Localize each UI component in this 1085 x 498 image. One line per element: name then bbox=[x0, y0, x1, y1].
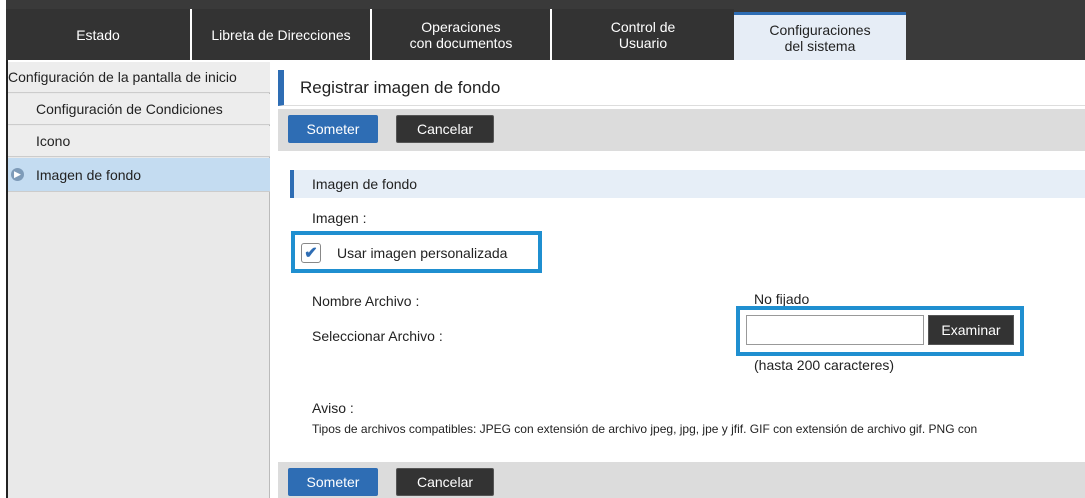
page-title-bar: Registrar imagen de fondo bbox=[278, 70, 1085, 106]
notice-label: Aviso : bbox=[312, 400, 354, 416]
tab-label: Libreta de Direcciones bbox=[211, 26, 351, 43]
submit-button[interactable]: Someter bbox=[288, 115, 378, 143]
image-label: Imagen : bbox=[312, 210, 367, 226]
section-header: Imagen de fondo bbox=[290, 170, 1085, 198]
custom-image-checkbox[interactable]: ✔ bbox=[301, 243, 321, 263]
browse-button[interactable]: Examinar bbox=[928, 315, 1014, 345]
top-tab-bar: Estado Libreta de Direcciones Operacione… bbox=[6, 0, 1085, 60]
sidebar: Configuración de la pantalla de inicio C… bbox=[8, 62, 270, 498]
sidebar-item-label: Configuración de Condiciones bbox=[36, 101, 223, 117]
sidebar-item-icono[interactable]: Icono bbox=[8, 126, 270, 157]
top-action-bar: Someter Cancelar bbox=[278, 109, 1085, 151]
sidebar-item-label: Icono bbox=[36, 133, 71, 149]
tab-label: Configuraciones del sistema bbox=[769, 21, 871, 54]
tab-control-de-usuario[interactable]: Control de Usuario bbox=[550, 9, 734, 60]
tab-libreta-de-direcciones[interactable]: Libreta de Direcciones bbox=[190, 9, 370, 60]
tab-label: Operaciones con documentos bbox=[409, 18, 513, 51]
cancel-button[interactable]: Cancelar bbox=[396, 115, 494, 143]
file-path-input[interactable] bbox=[746, 315, 924, 345]
tab-label: Estado bbox=[76, 26, 120, 43]
custom-image-option: ✔ Usar imagen personalizada bbox=[291, 231, 542, 273]
custom-image-checkbox-label[interactable]: Usar imagen personalizada bbox=[337, 245, 507, 261]
chevron-right-icon: ▶ bbox=[11, 168, 24, 181]
main-content: Registrar imagen de fondo Someter Cancel… bbox=[278, 62, 1085, 498]
tab-configuraciones-del-sistema[interactable]: Configuraciones del sistema bbox=[734, 12, 906, 60]
bottom-action-bar: Someter Cancelar bbox=[278, 462, 1085, 498]
tab-operaciones-con-documentos[interactable]: Operaciones con documentos bbox=[370, 9, 550, 60]
sidebar-item-configuracion-condiciones[interactable]: Configuración de Condiciones bbox=[8, 94, 270, 125]
char-limit-hint: (hasta 200 caracteres) bbox=[754, 357, 895, 373]
select-file-label: Seleccionar Archivo : bbox=[312, 328, 443, 344]
checkmark-icon: ✔ bbox=[304, 245, 318, 262]
sidebar-item-configuracion-pantalla-inicio[interactable]: Configuración de la pantalla de inicio bbox=[8, 62, 270, 93]
tab-estado[interactable]: Estado bbox=[6, 9, 190, 60]
sidebar-item-label: Imagen de fondo bbox=[36, 166, 142, 183]
submit-button-bottom[interactable]: Someter bbox=[288, 468, 378, 496]
tab-label: Control de Usuario bbox=[610, 18, 676, 51]
sidebar-item-imagen-de-fondo[interactable]: ▶ Imagen de fondo bbox=[8, 158, 270, 192]
notice-text: Tipos de archivos compatibles: JPEG con … bbox=[312, 422, 978, 436]
cancel-button-bottom[interactable]: Cancelar bbox=[396, 468, 494, 496]
sidebar-item-label: Configuración de la pantalla de inicio bbox=[8, 69, 237, 85]
file-name-label: Nombre Archivo : bbox=[312, 293, 420, 309]
page-title: Registrar imagen de fondo bbox=[300, 78, 501, 97]
file-name-value: No fijado bbox=[754, 291, 810, 307]
section-title: Imagen de fondo bbox=[312, 176, 418, 192]
file-picker: Examinar bbox=[736, 306, 1024, 356]
